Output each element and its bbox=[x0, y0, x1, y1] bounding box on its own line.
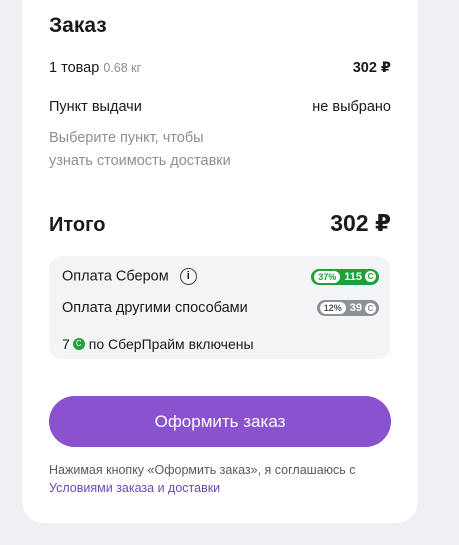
info-icon[interactable]: i bbox=[179, 268, 197, 285]
pay-other-label: Оплата другими способами bbox=[62, 300, 248, 316]
other-bonus-badge: 12% 39 С bbox=[316, 300, 379, 316]
sber-coin-icon: С bbox=[365, 271, 376, 282]
total-amount: 302 ₽ bbox=[330, 210, 391, 236]
checkout-button[interactable]: Оформить заказ bbox=[49, 396, 391, 447]
pay-sber-label: Оплата Сбером bbox=[62, 268, 169, 285]
sberprime-text: по СберПрайм включены bbox=[88, 336, 254, 352]
pickup-row: Пункт выдачи не выбрано bbox=[49, 99, 391, 115]
other-bonus-percent: 12% bbox=[319, 302, 346, 314]
items-price: 302 ₽ bbox=[352, 60, 391, 76]
terms-link[interactable]: Условиями заказа и доставки bbox=[49, 481, 220, 495]
items-weight: 0.68 кг bbox=[103, 61, 142, 75]
sber-bonus-percent: 37% bbox=[314, 270, 341, 283]
pickup-label: Пункт выдачи bbox=[49, 99, 142, 115]
sberprime-row: 7 С по СберПрайм включены bbox=[62, 336, 254, 352]
total-row: Итого 302 ₽ bbox=[49, 210, 391, 237]
total-label: Итого bbox=[49, 214, 106, 236]
payment-bonus-box: Оплата Сбером i 37% 115 С Оплата другими… bbox=[49, 256, 390, 359]
sber-bonus-badge: 37% 115 С bbox=[311, 268, 379, 285]
order-title: Заказ bbox=[49, 14, 107, 37]
pay-sber-row: Оплата Сбером i 37% 115 С bbox=[62, 268, 379, 285]
sberprime-coin-icon: С bbox=[72, 338, 85, 350]
other-coin-icon: С bbox=[365, 302, 376, 314]
pickup-hint-line1: Выберите пункт, чтобы bbox=[49, 130, 204, 146]
sberprime-count: 7 bbox=[62, 336, 70, 352]
pickup-value: не выбрано bbox=[312, 99, 391, 115]
items-info: 1 товар 0.68 кг bbox=[49, 60, 141, 76]
items-count: 1 товар bbox=[49, 60, 100, 76]
sber-bonus-amount: 115 bbox=[344, 270, 362, 283]
pickup-hint: Выберите пункт, чтобы узнать стоимость д… bbox=[49, 127, 309, 173]
items-row: 1 товар 0.68 кг 302 ₽ bbox=[49, 60, 391, 76]
pickup-hint-line2: узнать стоимость доставки bbox=[49, 153, 231, 169]
legal-text: Нажимая кнопку «Оформить заказ», я согла… bbox=[49, 463, 356, 477]
pay-other-row: Оплата другими способами 12% 39 С bbox=[62, 300, 379, 316]
pay-sber-label-wrap: Оплата Сбером i bbox=[62, 268, 197, 285]
other-bonus-amount: 39 bbox=[349, 302, 362, 314]
legal-notice: Нажимая кнопку «Оформить заказ», я согла… bbox=[49, 461, 399, 497]
